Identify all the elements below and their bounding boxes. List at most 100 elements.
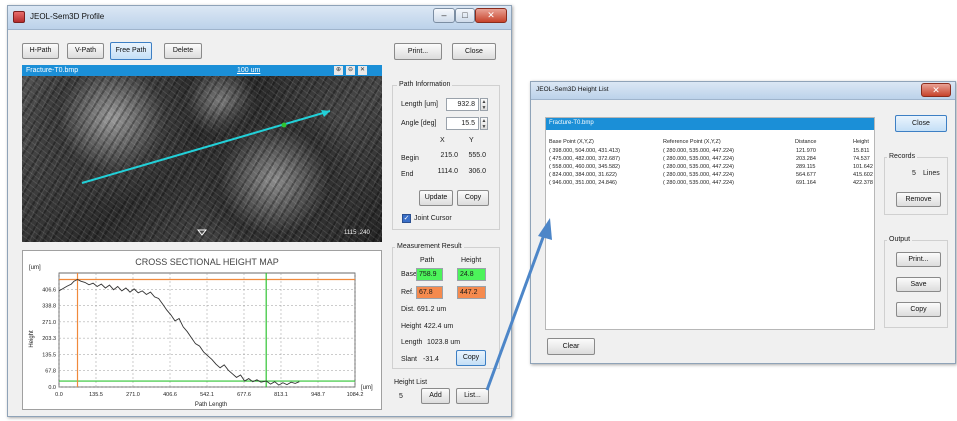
base-path-field[interactable]: 758.9 (416, 268, 443, 281)
ref-label: Ref. (401, 289, 414, 296)
x-tick-label: 948.7 (311, 392, 325, 398)
h-path-button[interactable]: H-Path (22, 43, 59, 59)
height-list-title: Height List (394, 379, 428, 386)
length-result-label: Length (401, 339, 423, 346)
x-unit-label: [um] (361, 385, 373, 391)
column-header-reference-point: Reference Point (X,Y,Z) (663, 139, 721, 145)
height-list-header-bar: Fracture-T0.bmp (546, 118, 874, 130)
length-spinner[interactable]: ▲ ▼ (480, 98, 488, 111)
y-tick-label: 67.8 (45, 369, 56, 375)
row-distance: 289.115 (796, 164, 816, 170)
length-label: Length [um] (401, 101, 438, 108)
v-path-button[interactable]: V-Path (67, 43, 104, 59)
height-map-chart: CROSS SECTIONAL HEIGHT MAP [um] [um] Pat… (22, 250, 382, 410)
profile-window-title: JEOL-Sem3D Profile (30, 12, 105, 21)
ref-path-field[interactable]: 67.8 (416, 286, 443, 299)
dist-label: Dist. (401, 306, 415, 313)
row-reference-point: ( 280.000, 535.000, 447.224) (663, 180, 734, 186)
add-button[interactable]: Add (421, 388, 450, 404)
height-value: 422.4 um (424, 323, 454, 330)
spin-down-icon[interactable]: ▼ (482, 105, 487, 111)
records-unit: Lines (923, 170, 940, 177)
height-map-svg: CROSS SECTIONAL HEIGHT MAP [um] [um] Pat… (29, 257, 373, 408)
row-base-point: ( 558.000, 460.000, 345.582) (549, 164, 620, 170)
spin-down-icon[interactable]: ▼ (482, 124, 487, 130)
table-row[interactable]: ( 398.000, 504.000, 431.413) ( 280.000, … (546, 148, 874, 156)
slant-value: -31.4 (423, 356, 439, 363)
row-height: 74.537 (853, 156, 870, 162)
print-button[interactable]: Print... (394, 43, 442, 60)
row-distance: 121.970 (796, 148, 816, 154)
end-label: End (401, 171, 414, 178)
row-base-point: ( 946.000, 351.000, 24.846) (549, 180, 617, 186)
x-axis-label: Path Length (195, 402, 227, 408)
minimize-icon: – (441, 10, 447, 20)
begin-y-value: 555.0 (468, 152, 486, 159)
output-copy-button[interactable]: Copy (896, 302, 941, 317)
profile-titlebar[interactable]: JEOL-Sem3D Profile – □ ✕ (8, 6, 511, 30)
height-list-close-window-button[interactable]: ✕ (921, 83, 951, 97)
end-x-value: 1114.0 (437, 168, 458, 175)
delete-button[interactable]: Delete (164, 43, 202, 59)
table-row[interactable]: ( 824.000, 384.000, 31.622) ( 280.000, 5… (546, 172, 874, 180)
row-base-point: ( 824.000, 384.000, 31.622) (549, 172, 617, 178)
row-height: 15.811 (853, 148, 870, 154)
x-column-header: X (440, 137, 445, 144)
records-title: Records (887, 153, 918, 160)
maximize-button[interactable]: □ (455, 8, 475, 23)
row-base-point: ( 398.000, 504.000, 431.413) (549, 148, 620, 154)
y-tick-label: 135.5 (42, 352, 56, 358)
checkmark-icon: ✓ (403, 215, 410, 222)
save-button[interactable]: Save (896, 277, 941, 292)
height-list-titlebar[interactable]: JEOL-Sem3D Height List ✕ (531, 82, 955, 100)
minimize-button[interactable]: – (433, 8, 455, 23)
row-distance: 564.677 (796, 172, 816, 178)
x-tick-label: 813.1 (274, 392, 288, 398)
output-title: Output (887, 236, 913, 243)
measurement-path-line[interactable] (81, 110, 331, 184)
y-tick-label: 271.0 (42, 320, 56, 326)
column-header-height: Height (853, 139, 869, 145)
close-button[interactable]: Close (452, 43, 496, 60)
path-column-header: Path (420, 257, 435, 264)
row-height: 101.642 (853, 164, 873, 170)
row-base-point: ( 475.000, 482.000, 372.687) (549, 156, 620, 162)
length-field[interactable]: 932.8 (446, 98, 479, 111)
close-icon: ✕ (932, 85, 940, 95)
path-overlay[interactable] (22, 65, 382, 242)
table-row[interactable]: ( 946.000, 351.000, 24.846) ( 280.000, 5… (546, 180, 874, 188)
height-list-close-button[interactable]: Close (895, 115, 947, 132)
update-button[interactable]: Update (419, 190, 453, 206)
pixel-counter: 1115 ,240 (344, 230, 370, 236)
copy-path-button[interactable]: Copy (457, 190, 489, 206)
scroll-down-icon[interactable] (196, 229, 208, 236)
angle-spinner[interactable]: ▲ ▼ (480, 117, 488, 130)
output-print-button[interactable]: Print... (896, 252, 941, 267)
angle-field[interactable]: 15.5 (446, 117, 479, 130)
table-row[interactable]: ( 475.000, 482.000, 372.687) ( 280.000, … (546, 156, 874, 164)
length-result-value: 1023.8 um (427, 339, 461, 346)
free-path-button[interactable]: Free Path (110, 42, 152, 60)
row-distance: 203.284 (796, 156, 816, 162)
remove-button[interactable]: Remove (896, 192, 941, 207)
base-point-marker[interactable] (281, 122, 287, 128)
height-label: Height (401, 323, 422, 330)
column-header-distance: Distance (795, 139, 817, 145)
measurement-result-title: Measurement Result (395, 243, 464, 250)
table-row[interactable]: ( 558.000, 460.000, 345.582) ( 280.000, … (546, 164, 874, 172)
joint-cursor-checkbox[interactable]: ✓ (402, 214, 411, 223)
row-reference-point: ( 280.000, 535.000, 447.224) (663, 148, 734, 154)
link-arrow-shaft (485, 231, 547, 391)
slant-label: Slant (401, 356, 417, 363)
row-reference-point: ( 280.000, 535.000, 447.224) (663, 172, 734, 178)
joint-cursor-label: Joint Cursor (414, 215, 452, 222)
y-axis-label: Height (29, 330, 35, 348)
sem-image-view[interactable]: Fracture-T0.bmp 100 um ⊕ ⊖ ✕ 1115 ,240 (22, 65, 382, 242)
angle-label: Angle [deg] (401, 120, 437, 127)
close-window-button[interactable]: ✕ (475, 8, 507, 23)
link-arrow-head (538, 218, 552, 240)
begin-x-value: 215.0 (440, 152, 458, 159)
base-label: Base (401, 271, 417, 278)
row-distance: 691.164 (796, 180, 816, 186)
path-information-title: Path Information (397, 81, 453, 88)
